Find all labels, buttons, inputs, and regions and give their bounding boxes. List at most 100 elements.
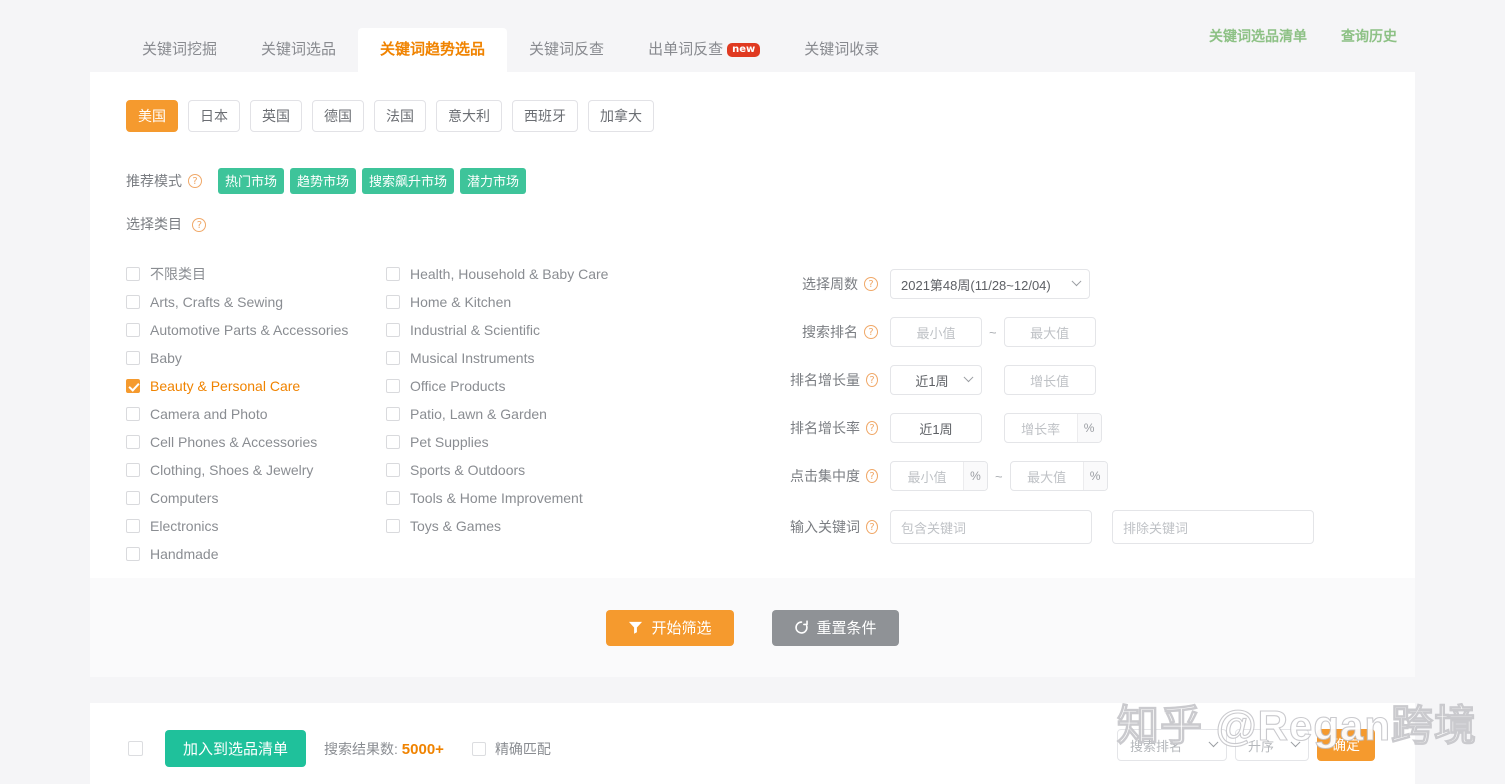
link-query-history[interactable]: 查询历史 (1341, 26, 1397, 46)
help-icon[interactable]: ? (864, 325, 878, 339)
rank-growth-amount-input[interactable]: 增长值 (1003, 365, 1096, 395)
category-item-musical-instruments[interactable]: Musical Instruments (386, 344, 676, 372)
checkbox-icon[interactable] (386, 351, 400, 365)
start-filter-button[interactable]: 开始筛选 (606, 609, 734, 646)
checkbox-icon[interactable] (126, 491, 140, 505)
rank-growth-amount-period-select[interactable]: 近1周 (890, 365, 982, 395)
sort-field-select[interactable]: 搜索排名 (1117, 729, 1227, 761)
reset-conditions-button[interactable]: 重置条件 (771, 609, 899, 646)
checkbox-icon[interactable] (386, 295, 400, 309)
checkbox-icon[interactable] (126, 547, 140, 561)
category-item-pet-supplies[interactable]: Pet Supplies (386, 428, 676, 456)
confirm-button[interactable]: 确定 (1317, 729, 1375, 761)
category-item-industrial-scientific[interactable]: Industrial & Scientific (386, 316, 676, 344)
category-item-baby[interactable]: Baby (126, 344, 376, 372)
results-toolbar: 加入到选品清单 搜索结果数: 5000+ 精确匹配 搜索排名 升序 确定 (90, 703, 1415, 784)
category-item-home-kitchen[interactable]: Home & Kitchen (386, 288, 676, 316)
category-item-patio-lawn-garden[interactable]: Patio, Lawn & Garden (386, 400, 676, 428)
category-item-unlimited[interactable]: 不限类目 (126, 260, 376, 288)
exact-match-toggle[interactable]: 精确匹配 (471, 739, 551, 759)
sort-order-select[interactable]: 升序 (1235, 729, 1309, 761)
click-concentration-max-input[interactable]: 最大值 (1011, 462, 1083, 490)
click-concentration-min-input[interactable]: 最小值 (891, 462, 963, 490)
checkbox-icon[interactable] (386, 407, 400, 421)
link-keyword-selection-list[interactable]: 关键词选品清单 (1209, 26, 1307, 46)
select-all-checkbox-icon[interactable] (128, 741, 143, 756)
country-button-jp[interactable]: 日本 (188, 100, 240, 132)
country-button-us[interactable]: 美国 (126, 100, 178, 132)
checkbox-icon[interactable] (126, 267, 140, 281)
search-rank-label: 搜索排名 (802, 324, 858, 340)
new-badge: new (727, 43, 761, 57)
category-item-clothing-shoes-jewelry[interactable]: Clothing, Shoes & Jewelry (126, 456, 376, 484)
country-button-ca[interactable]: 加拿大 (588, 100, 654, 132)
tab-keyword-trend-selection[interactable]: 关键词趋势选品 (358, 28, 508, 72)
checkbox-checked-icon[interactable] (126, 379, 140, 393)
help-icon[interactable]: ? (866, 469, 878, 483)
help-icon[interactable]: ? (192, 218, 207, 232)
checkbox-icon[interactable] (386, 267, 400, 281)
checkbox-icon[interactable] (126, 435, 140, 449)
help-icon[interactable]: ? (866, 421, 878, 435)
country-button-es[interactable]: 西班牙 (512, 100, 578, 132)
category-item-office-products[interactable]: Office Products (386, 372, 676, 400)
mode-tag-potential-market[interactable]: 潜力市场 (460, 168, 527, 194)
checkbox-icon[interactable] (126, 323, 140, 337)
checkbox-icon[interactable] (126, 295, 140, 309)
result-count-prefix: 搜索结果数: (324, 740, 398, 757)
category-item-sports-outdoors[interactable]: Sports & Outdoors (386, 456, 676, 484)
category-item-toys-games[interactable]: Toys & Games (386, 512, 676, 540)
checkbox-icon[interactable] (386, 379, 400, 393)
category-item-cell-phones-accessories[interactable]: Cell Phones & Accessories (126, 428, 376, 456)
tab-keyword-mining[interactable]: 关键词挖掘 (120, 28, 239, 72)
category-item-camera-and-photo[interactable]: Camera and Photo (126, 400, 376, 428)
include-keywords-input[interactable]: 包含关键词 (890, 510, 1092, 544)
mode-tag-trend-market[interactable]: 趋势市场 (290, 168, 357, 194)
tab-keyword-reverse-lookup[interactable]: 关键词反查 (507, 28, 626, 72)
rank-growth-rate-input[interactable]: 增长率 (1005, 414, 1077, 442)
category-item-health-household-baby-care[interactable]: Health, Household & Baby Care (386, 260, 676, 288)
week-select[interactable]: 2021第48周(11/28~12/04) (890, 269, 1090, 299)
search-rank-max-input[interactable]: 最大值 (1003, 317, 1096, 347)
category-item-electronics[interactable]: Electronics (126, 512, 376, 540)
checkbox-icon[interactable] (386, 435, 400, 449)
country-button-it[interactable]: 意大利 (436, 100, 502, 132)
tab-label: 关键词反查 (529, 41, 605, 58)
category-item-handmade[interactable]: Handmade (126, 540, 376, 568)
help-icon[interactable]: ? (864, 277, 878, 291)
exclude-keywords-input[interactable]: 排除关键词 (1112, 510, 1314, 544)
checkbox-icon[interactable] (386, 463, 400, 477)
click-concentration-max-group: 最大值 % (1009, 461, 1108, 491)
category-item-beauty-personal-care[interactable]: Beauty & Personal Care (126, 372, 376, 400)
category-item-arts-crafts-sewing[interactable]: Arts, Crafts & Sewing (126, 288, 376, 316)
range-separator: ~ (995, 468, 1003, 484)
click-concentration-row: 点击集中度 ? 最小值 % ~ 最大值 % (790, 452, 1314, 500)
mode-tag-hot-market[interactable]: 热门市场 (218, 168, 285, 194)
help-icon[interactable]: ? (866, 373, 878, 387)
filter-panel: 美国 日本 英国 德国 法国 意大利 西班牙 加拿大 推荐模式 ? 热门市场 趋… (90, 72, 1415, 677)
country-button-de[interactable]: 德国 (312, 100, 364, 132)
checkbox-icon[interactable] (471, 741, 486, 756)
category-item-computers[interactable]: Computers (126, 484, 376, 512)
search-rank-min-input[interactable]: 最小值 (890, 317, 982, 347)
country-button-fr[interactable]: 法国 (374, 100, 426, 132)
tab-order-word-reverse-lookup[interactable]: 出单词反查 new (626, 28, 782, 72)
checkbox-icon[interactable] (126, 519, 140, 533)
category-item-tools-home-improvement[interactable]: Tools & Home Improvement (386, 484, 676, 512)
tab-keyword-indexing[interactable]: 关键词收录 (782, 28, 901, 72)
checkbox-icon[interactable] (386, 519, 400, 533)
mode-tag-search-surge-market[interactable]: 搜索飙升市场 (362, 168, 455, 194)
add-to-selection-list-button[interactable]: 加入到选品清单 (165, 730, 307, 767)
rank-growth-rate-period-select[interactable]: 近1周 (890, 413, 982, 443)
checkbox-icon[interactable] (126, 351, 140, 365)
recommend-mode-label: 推荐模式 (126, 173, 182, 189)
checkbox-icon[interactable] (126, 407, 140, 421)
help-icon[interactable]: ? (188, 174, 202, 188)
checkbox-icon[interactable] (126, 463, 140, 477)
category-item-automotive-parts-accessories[interactable]: Automotive Parts & Accessories (126, 316, 376, 344)
help-icon[interactable]: ? (866, 520, 878, 534)
country-button-uk[interactable]: 英国 (250, 100, 302, 132)
checkbox-icon[interactable] (386, 491, 400, 505)
tab-keyword-selection[interactable]: 关键词选品 (239, 28, 358, 72)
checkbox-icon[interactable] (386, 323, 400, 337)
